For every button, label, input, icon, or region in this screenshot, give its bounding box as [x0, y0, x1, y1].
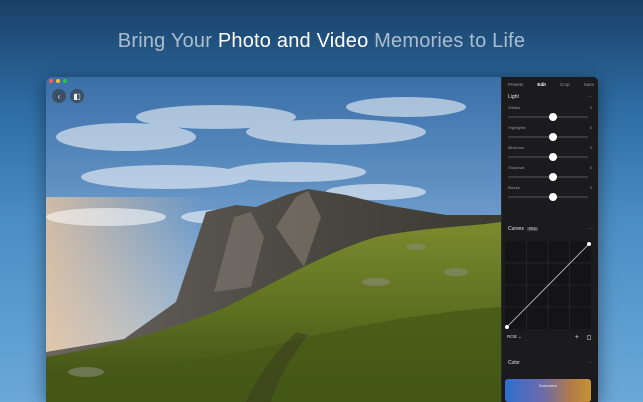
compare-icon: ◧	[73, 91, 81, 101]
slider-label: Shadows	[508, 165, 525, 170]
curves-section-header: Curves PRO ···	[502, 223, 598, 235]
curves-graph[interactable]	[505, 241, 591, 329]
slider-label: Whites	[508, 105, 521, 110]
chevron-left-icon: ‹	[57, 91, 61, 101]
slider-value: 0	[589, 165, 592, 170]
chevron-down-icon[interactable]: ⌄	[518, 334, 522, 339]
slider-value: 0	[589, 125, 592, 130]
photo-canvas[interactable]: ‹ ◧	[46, 77, 501, 402]
slider-knob[interactable]	[548, 193, 557, 201]
slider-knob[interactable]	[548, 133, 557, 141]
slider-highlights[interactable]: Highlights 0	[502, 123, 598, 143]
light-title: Light	[508, 94, 519, 100]
edit-panel: Presets Edit Crop Save Light ··· Whites 0…	[501, 77, 598, 402]
curves-title: Curves	[508, 226, 524, 232]
panel-tabs: Presets Edit Crop Save	[502, 77, 598, 91]
slider-label: Blacks	[508, 185, 520, 190]
trash-icon[interactable]	[587, 334, 591, 340]
slider-label: Highlights	[508, 125, 526, 130]
tab-edit[interactable]: Edit	[537, 82, 546, 91]
slider-whites[interactable]: Whites 0	[502, 103, 598, 123]
slider-knob[interactable]	[548, 153, 557, 161]
app-window: ‹ ◧ Presets Edit Crop Save Light ··· Whi…	[46, 77, 598, 402]
pro-badge: PRO	[526, 226, 539, 231]
saturation-label: Saturation	[538, 383, 558, 388]
slider-value: 0	[589, 105, 592, 110]
window-controls	[49, 79, 67, 83]
headline-part1: Bring Your	[117, 30, 218, 52]
curves-toolbar: RGB ⌄ +	[507, 332, 591, 342]
slider-midtones[interactable]: Midtones 0	[502, 143, 598, 163]
minimize-window-button[interactable]	[56, 79, 60, 83]
color-more-icon[interactable]: ···	[587, 360, 592, 366]
curve-point-white[interactable]	[587, 242, 591, 246]
slider-blacks[interactable]: Blacks 0	[502, 183, 598, 203]
saturation-slider[interactable]: Saturation	[505, 379, 591, 402]
slider-value: 0	[589, 145, 592, 150]
color-section-header: Color ···	[502, 357, 598, 369]
back-button[interactable]: ‹	[52, 89, 66, 103]
slider-value: 0	[589, 185, 592, 190]
add-point-icon[interactable]: +	[575, 334, 579, 341]
slider-label: Midtones	[508, 145, 525, 150]
tab-presets[interactable]: Presets	[508, 82, 523, 91]
zoom-window-button[interactable]	[63, 79, 67, 83]
headline: Bring Your Photo and Video Memories to L…	[0, 30, 643, 53]
light-section-header: Light ···	[502, 91, 598, 103]
light-sliders: Whites 0 Highlights 0 Midtones 0 Shadows 0 Black…	[502, 103, 598, 203]
curves-more-icon[interactable]: ···	[587, 226, 592, 232]
close-window-button[interactable]	[49, 79, 53, 83]
curve-point-black[interactable]	[505, 325, 509, 329]
light-more-icon[interactable]: ···	[587, 94, 592, 100]
headline-part3: Memories to Life	[368, 30, 526, 52]
color-title: Color	[508, 360, 520, 366]
channel-select[interactable]: RGB	[507, 334, 517, 339]
slider-shadows[interactable]: Shadows 0	[502, 163, 598, 183]
slider-knob[interactable]	[548, 113, 557, 121]
landscape-photo	[46, 77, 501, 402]
tab-save[interactable]: Save	[584, 82, 594, 91]
slider-knob[interactable]	[548, 173, 557, 181]
tab-crop[interactable]: Crop	[560, 82, 570, 91]
headline-part2: Photo and Video	[217, 30, 369, 52]
compare-button[interactable]: ◧	[70, 89, 84, 103]
